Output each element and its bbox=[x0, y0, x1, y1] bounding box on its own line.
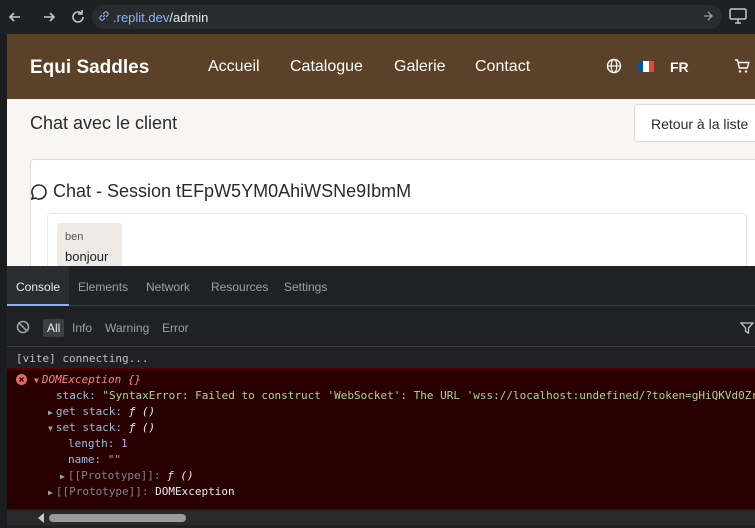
dom-prototype-row[interactable]: ▶ [[Prototype]]: DOMException bbox=[48, 485, 235, 498]
expand-triangle-icon[interactable]: ▼ bbox=[34, 376, 39, 385]
error-title: DOMException {} bbox=[41, 373, 142, 386]
collapsed-triangle-icon[interactable]: ▶ bbox=[48, 488, 53, 497]
get-stack-key: get stack: bbox=[55, 405, 129, 418]
name-key: name: bbox=[68, 453, 102, 466]
page-content: Chat avec le client Retour à la liste Ch… bbox=[7, 99, 755, 266]
clear-console-icon[interactable] bbox=[16, 320, 30, 339]
address-bar[interactable]: .replit.dev/admin bbox=[92, 5, 722, 29]
prototype-key: [[Prototype]]: bbox=[67, 469, 161, 482]
length-row: length: 1 bbox=[68, 437, 128, 450]
devtools-tabs: Console Elements Network Resources Setti… bbox=[7, 266, 755, 306]
level-all[interactable]: All bbox=[43, 319, 65, 337]
message-bubble: ben bonjour bbox=[57, 223, 122, 266]
console-output: [vite] connecting... ▼ DOMException {} st… bbox=[7, 348, 755, 528]
reload-icon[interactable] bbox=[67, 6, 89, 28]
stack-value: "SyntaxError: Failed to construct 'WebSo… bbox=[102, 389, 755, 402]
length-key: length: bbox=[68, 437, 115, 450]
back-arrow-icon[interactable] bbox=[4, 6, 26, 28]
expand-triangle-icon[interactable]: ▼ bbox=[48, 424, 53, 433]
forward-arrow-icon[interactable] bbox=[38, 6, 60, 28]
tab-console[interactable]: Console bbox=[7, 266, 69, 306]
filter-icon[interactable] bbox=[739, 321, 755, 339]
error-icon bbox=[16, 374, 27, 388]
console-log-line: [vite] connecting... bbox=[16, 352, 149, 365]
collapsed-triangle-icon[interactable]: ▶ bbox=[60, 472, 65, 481]
site-header: Equi Saddles Accueil Catalogue Galerie C… bbox=[7, 34, 755, 99]
brand-logo[interactable]: Equi Saddles bbox=[30, 57, 149, 79]
collapsed-triangle-icon[interactable]: ▶ bbox=[48, 408, 53, 417]
devtools-panel: Console Elements Network Resources Setti… bbox=[7, 266, 755, 528]
error-title-row[interactable]: ▼ DOMException {} bbox=[34, 373, 141, 386]
messages-list: ben bonjour bbox=[47, 213, 747, 266]
level-info[interactable]: Info bbox=[68, 319, 96, 337]
globe-icon[interactable] bbox=[606, 58, 622, 79]
console-error-entry: ▼ DOMException {} stack: "SyntaxError: Fa… bbox=[7, 368, 755, 510]
length-value: 1 bbox=[120, 437, 128, 450]
tab-elements[interactable]: Elements bbox=[78, 266, 128, 306]
message-text: bonjour bbox=[65, 249, 109, 264]
stack-key: stack: bbox=[56, 389, 96, 402]
nav-contact[interactable]: Contact bbox=[475, 58, 530, 76]
nav-catalogue[interactable]: Catalogue bbox=[290, 58, 363, 76]
monitor-icon[interactable] bbox=[729, 8, 747, 29]
prototype-fn: ƒ () bbox=[167, 469, 194, 482]
page-title: Chat avec le client bbox=[30, 113, 178, 133]
message-author: ben bbox=[65, 231, 84, 243]
prototype-key: [[Prototype]]: bbox=[55, 485, 149, 498]
browser-toolbar: .replit.dev/admin bbox=[0, 0, 755, 34]
horizontal-scrollbar[interactable] bbox=[7, 511, 755, 525]
prototype-type: DOMException bbox=[155, 485, 235, 498]
left-gutter bbox=[0, 34, 7, 528]
name-row: name: "" bbox=[68, 453, 121, 466]
chat-bubble-icon bbox=[30, 183, 48, 206]
tab-resources[interactable]: Resources bbox=[211, 266, 268, 306]
language-label[interactable]: FR bbox=[670, 59, 689, 75]
fn-prototype-row[interactable]: ▶ [[Prototype]]: ƒ () bbox=[60, 469, 194, 482]
stack-row: stack: "SyntaxError: Failed to construct… bbox=[56, 389, 755, 402]
link-icon bbox=[98, 10, 110, 25]
nav-accueil[interactable]: Accueil bbox=[208, 58, 260, 76]
url-domain: .replit.dev bbox=[113, 9, 170, 25]
name-value: "" bbox=[107, 453, 121, 466]
url-path: /admin bbox=[169, 9, 209, 25]
level-warning[interactable]: Warning bbox=[101, 319, 153, 337]
french-flag-icon[interactable] bbox=[638, 61, 654, 72]
scrollbar-thumb[interactable] bbox=[49, 514, 186, 522]
tab-network[interactable]: Network bbox=[146, 266, 190, 306]
scroll-left-arrow-icon[interactable] bbox=[38, 513, 44, 523]
tab-settings[interactable]: Settings bbox=[284, 266, 327, 306]
cart-icon[interactable] bbox=[734, 58, 750, 79]
console-filter-bar: All Info Warning Error bbox=[7, 307, 755, 347]
set-stack-key: set stack: bbox=[55, 421, 129, 434]
nav-galerie[interactable]: Galerie bbox=[394, 58, 446, 76]
get-stack-row[interactable]: ▶ get stack: ƒ () bbox=[48, 405, 155, 418]
get-stack-fn: ƒ () bbox=[128, 405, 156, 418]
go-arrow-icon[interactable] bbox=[702, 10, 714, 25]
chat-title: Chat - Session tEFpW5YM0AhiWSNe9IbmM bbox=[53, 181, 412, 201]
level-error[interactable]: Error bbox=[158, 319, 193, 337]
back-to-list-button[interactable]: Retour à la liste bbox=[634, 104, 755, 142]
set-stack-row[interactable]: ▼ set stack: ƒ () bbox=[48, 421, 155, 434]
set-stack-fn: ƒ () bbox=[128, 421, 156, 434]
